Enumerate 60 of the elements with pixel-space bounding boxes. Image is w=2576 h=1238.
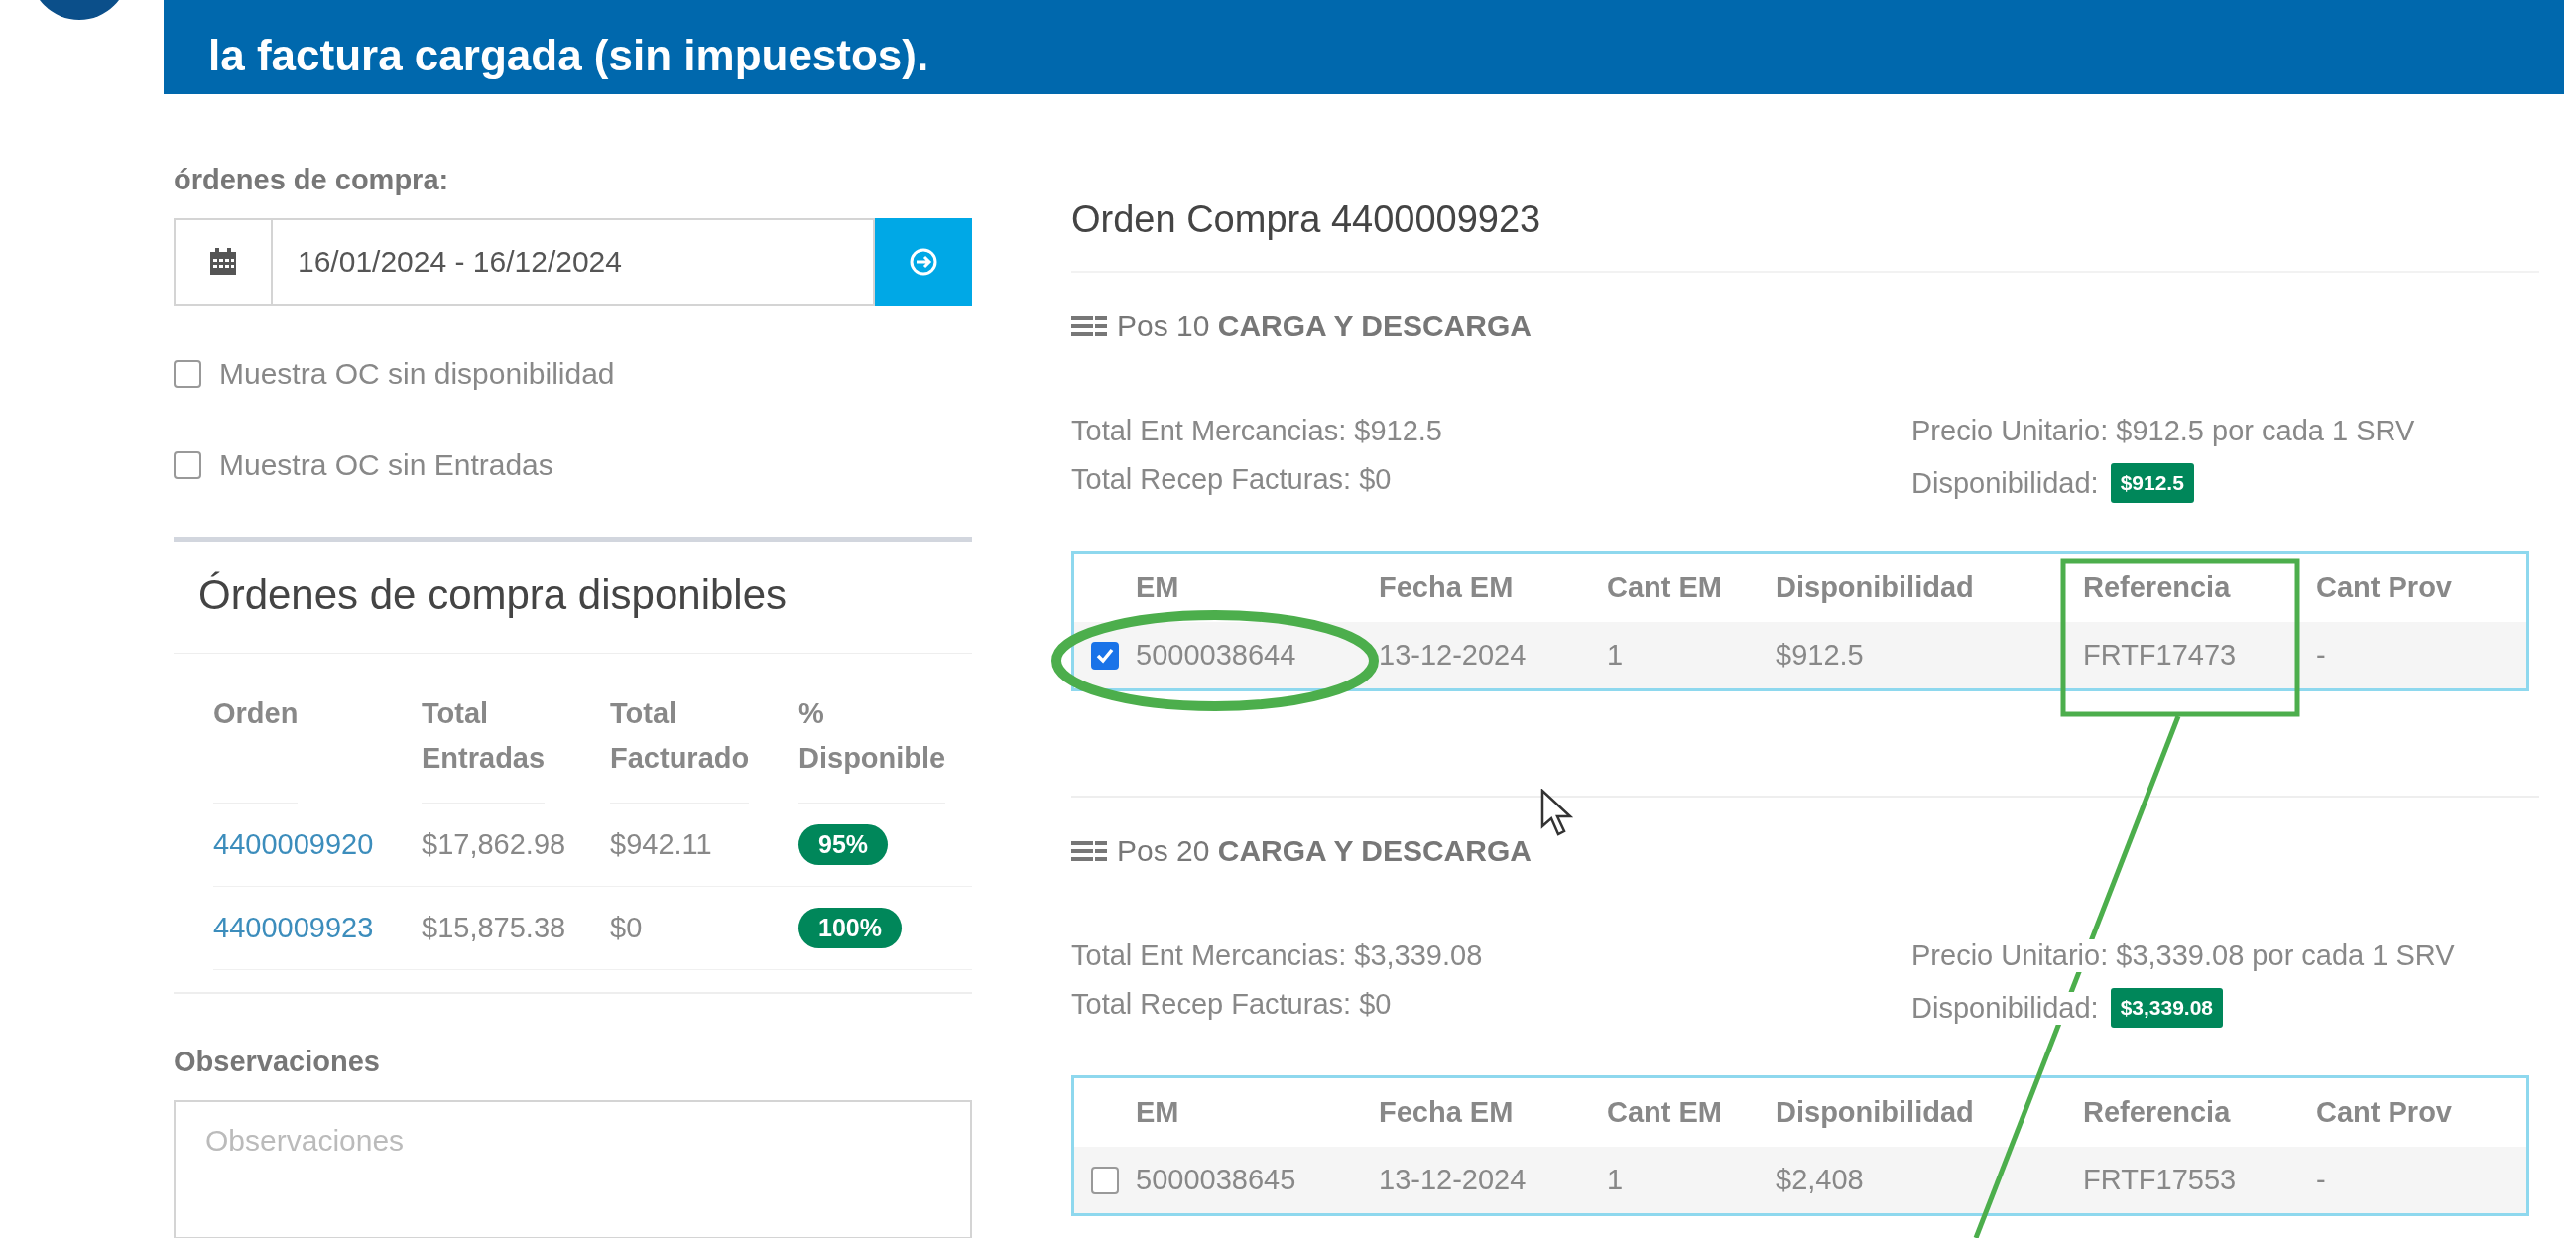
percent-badge: 100% <box>798 907 902 948</box>
table-cell: $912.5 <box>1776 639 1864 672</box>
field-label: Observaciones <box>174 1045 381 1078</box>
row-checkbox[interactable] <box>1091 641 1119 670</box>
column-header: Total Facturado <box>610 691 750 804</box>
table-cell: $0 <box>610 911 643 944</box>
row-checkbox[interactable] <box>1091 1166 1119 1194</box>
column-header: Total Entradas <box>422 691 546 804</box>
column-header: Fecha EM <box>1379 571 1514 603</box>
position-heading: Pos 10 CARGA Y DESCARGA <box>1117 310 1532 343</box>
availability-label: Disponibilidad: <box>1911 991 2099 1025</box>
order-title: Orden Compra 4400009923 <box>1071 198 2539 273</box>
arrow-circle-icon <box>909 247 938 277</box>
table-cell: $942.11 <box>610 827 712 861</box>
table-cell: 13-12-2024 <box>1379 639 1527 672</box>
table-cell: $17,862.98 <box>422 827 566 861</box>
table-cell: - <box>2316 1164 2326 1196</box>
calendar-icon <box>174 218 273 306</box>
amount-badge: $912.5 <box>2110 463 2194 503</box>
observations-field[interactable]: Observaciones <box>174 1099 972 1238</box>
table-cell: 1 <box>1607 639 1624 672</box>
column-header: Cant EM <box>1607 1096 1722 1128</box>
table-cell: 13-12-2024 <box>1379 1164 1527 1196</box>
column-header: Cant EM <box>1607 571 1722 603</box>
table-cell: $15,875.38 <box>422 911 566 944</box>
list-icon <box>1071 839 1107 863</box>
column-header: Referencia <box>2083 571 2231 603</box>
checkbox-label: Muestra OC sin disponibilidad <box>219 357 615 391</box>
list-icon <box>1071 314 1107 338</box>
checkbox[interactable] <box>174 451 201 479</box>
go-button[interactable] <box>875 218 972 306</box>
column-header: % Disponible <box>798 691 946 804</box>
table-cell: 5000038644 <box>1136 639 1296 672</box>
column-header: Cant Prov <box>2316 1096 2452 1128</box>
order-link[interactable]: 4400009920 <box>213 827 374 861</box>
table-cell: - <box>2316 639 2326 672</box>
table-cell: 5000038645 <box>1136 1164 1296 1196</box>
column-header: Fecha EM <box>1379 1096 1514 1128</box>
column-header: Cant Prov <box>2316 571 2452 603</box>
cursor-icon <box>1540 789 1574 838</box>
percent-badge: 95% <box>798 823 889 865</box>
column-header: Disponibilidad <box>1776 1096 1974 1128</box>
panel-title: Órdenes de compra disponibles <box>174 542 972 654</box>
checkbox[interactable] <box>174 360 201 388</box>
date-range-field[interactable]: 16/01/2024 - 16/12/2024 <box>273 218 875 306</box>
column-header: Orden <box>213 691 299 804</box>
table-cell: 1 <box>1607 1164 1624 1196</box>
amount-badge: $3,339.08 <box>2110 988 2224 1028</box>
order-link[interactable]: 4400009923 <box>213 911 374 944</box>
table-cell: $2,408 <box>1776 1164 1864 1196</box>
table-cell: FRTF17473 <box>2083 639 2237 672</box>
banner-text: la factura cargada (sin impuestos). <box>208 31 929 80</box>
column-header: EM <box>1136 1096 1179 1128</box>
column-header: Disponibilidad <box>1776 571 1974 603</box>
column-header: EM <box>1136 571 1179 603</box>
checkbox-label: Muestra OC sin Entradas <box>219 448 553 482</box>
field-label: órdenes de compra: <box>174 164 450 196</box>
position-heading: Pos 20 CARGA Y DESCARGA <box>1117 834 1532 868</box>
table-cell: FRTF17553 <box>2083 1164 2237 1196</box>
column-header: Referencia <box>2083 1096 2231 1128</box>
